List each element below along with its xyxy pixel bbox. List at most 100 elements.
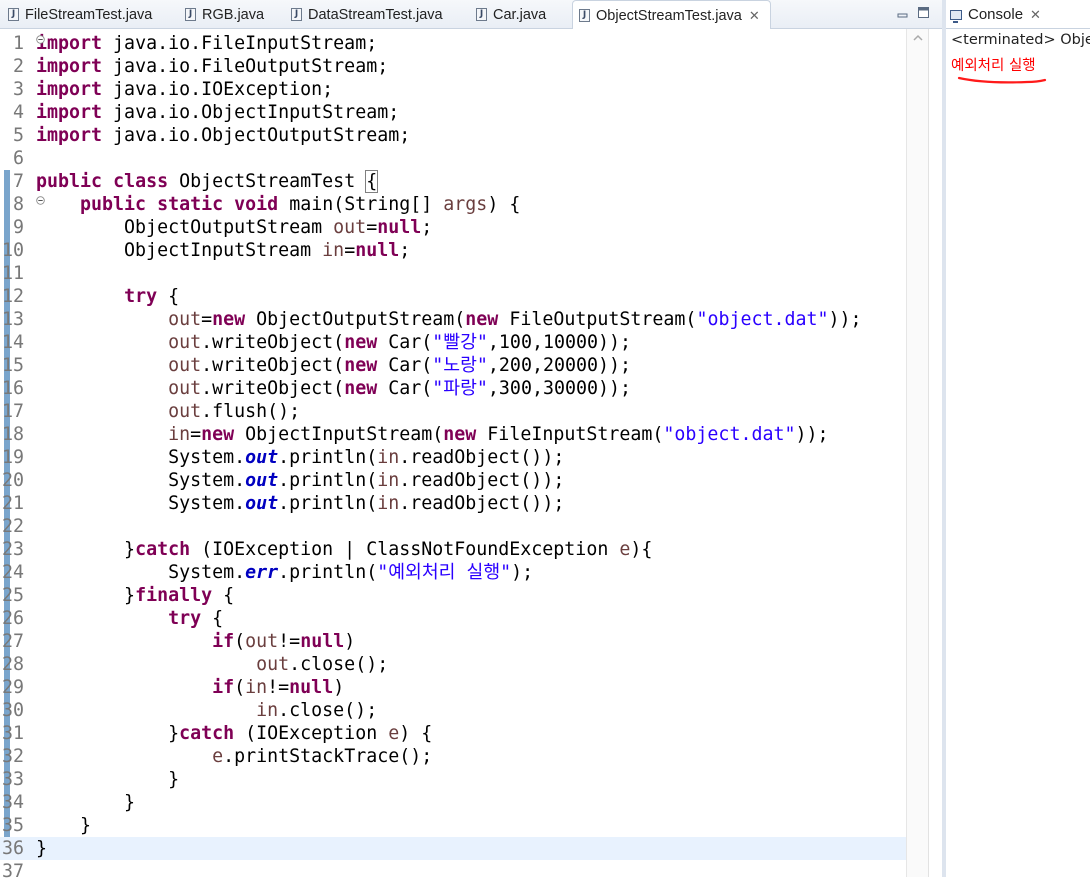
- fold-toggle-icon[interactable]: [36, 35, 45, 44]
- minimize-icon[interactable]: [896, 4, 909, 18]
- code-line[interactable]: 7 public class ObjectStreamTest {: [0, 170, 906, 193]
- tab-datastreamtest[interactable]: J DataStreamTest.java: [291, 0, 443, 29]
- code-line[interactable]: 2 import java.io.FileOutputStream;: [0, 55, 906, 78]
- code-line[interactable]: 4 import java.io.ObjectInputStream;: [0, 101, 906, 124]
- code-line[interactable]: 9 ObjectOutputStream out=null;: [0, 216, 906, 239]
- code-token: static: [157, 194, 224, 215]
- java-file-icon: J: [291, 8, 302, 21]
- code-token: (: [234, 631, 246, 652]
- tab-car[interactable]: J Car.java: [476, 0, 546, 29]
- code-line[interactable]: 6: [0, 147, 906, 170]
- code-line[interactable]: 28 out.close();: [0, 653, 906, 676]
- tab-filestreamtest[interactable]: J FileStreamTest.java: [8, 0, 152, 29]
- code-line[interactable]: 21 System.out.println(in.readObject());: [0, 492, 906, 515]
- line-number: 30: [1, 700, 24, 721]
- code-token: out: [245, 631, 279, 652]
- line-number: 10: [1, 240, 24, 261]
- code-token: class: [113, 171, 169, 192]
- code-token: {: [365, 170, 379, 193]
- vertical-scrollbar[interactable]: [906, 29, 928, 877]
- line-number: 2: [12, 56, 24, 77]
- tab-label: FileStreamTest.java: [25, 6, 153, 23]
- code-token: ;: [399, 240, 411, 261]
- code-token: );: [511, 562, 534, 583]
- code-line[interactable]: 3 import java.io.IOException;: [0, 78, 906, 101]
- line-number: 13: [1, 309, 24, 330]
- code-line[interactable]: 17 out.flush();: [0, 400, 906, 423]
- line-number: 37: [1, 861, 24, 882]
- console-output[interactable]: <terminated> Objec 예외처리 실행: [946, 29, 1090, 877]
- line-number: 19: [1, 447, 24, 468]
- close-console-icon[interactable]: ✕: [1030, 7, 1041, 23]
- line-number: 11: [1, 263, 24, 284]
- code-token: "빨강": [432, 332, 488, 353]
- tab-rgb[interactable]: J RGB.java: [185, 0, 264, 29]
- code-line[interactable]: 37: [0, 860, 906, 883]
- code-line[interactable]: 36}: [0, 837, 906, 860]
- code-line[interactable]: 8 public static void main(String[] args)…: [0, 193, 906, 216]
- code-line[interactable]: 29 if(in!=null): [0, 676, 906, 699]
- code-line[interactable]: 32 e.printStackTrace();: [0, 745, 906, 768]
- code-line[interactable]: 23 }catch (IOException | ClassNotFoundEx…: [0, 538, 906, 561]
- line-number: 28: [1, 654, 24, 675]
- code-token: {: [212, 585, 235, 606]
- code-line[interactable]: 26 try {: [0, 607, 906, 630]
- line-number: 12: [1, 286, 24, 307]
- code-line[interactable]: 20 System.out.println(in.readObject());: [0, 469, 906, 492]
- code-line[interactable]: 16 out.writeObject(new Car("파랑",300,3000…: [0, 377, 906, 400]
- code-token: e: [212, 746, 224, 767]
- code-line[interactable]: 34 }: [0, 791, 906, 814]
- line-number: 22: [1, 516, 24, 537]
- code-editor[interactable]: 1 import java.io.FileInputStream; 2 import …: [0, 29, 928, 882]
- code-token: e: [388, 723, 400, 744]
- code-token: System.: [36, 493, 246, 514]
- tab-console[interactable]: Console ✕: [950, 0, 1041, 29]
- console-tab-bar: Console ✕: [946, 0, 1090, 29]
- maximize-icon[interactable]: [917, 4, 930, 18]
- code-line[interactable]: 31 }catch (IOException e) {: [0, 722, 906, 745]
- code-line[interactable]: 27 if(out!=null): [0, 630, 906, 653]
- close-tab-icon[interactable]: ✕: [749, 8, 760, 24]
- code-line[interactable]: 5 import java.io.ObjectOutputStream;: [0, 124, 906, 147]
- code-token: ObjectInputStream(: [234, 424, 444, 445]
- code-token: (: [234, 677, 246, 698]
- code-token: ObjectStreamTest: [168, 171, 367, 192]
- code-line[interactable]: 19 System.out.println(in.readObject());: [0, 446, 906, 469]
- line-number: 35: [1, 815, 24, 836]
- code-line[interactable]: 35 }: [0, 814, 906, 837]
- code-token: null: [300, 631, 345, 652]
- code-token: .println(: [278, 493, 378, 514]
- code-token: null: [355, 240, 400, 261]
- scroll-up-icon[interactable]: [911, 31, 925, 45]
- code-token: e: [619, 539, 631, 560]
- code-line[interactable]: 10 ObjectInputStream in=null;: [0, 239, 906, 262]
- hand-drawn-underline: [957, 76, 1047, 84]
- code-token: ,300,30000));: [487, 378, 632, 399]
- line-number: 4: [12, 102, 24, 123]
- code-token: !=: [278, 631, 301, 652]
- code-token: void: [234, 194, 279, 215]
- code-line[interactable]: 22: [0, 515, 906, 538]
- code-line[interactable]: 30 in.close();: [0, 699, 906, 722]
- code-token: in: [245, 677, 268, 698]
- code-line[interactable]: 13 out=new ObjectOutputStream(new FileOu…: [0, 308, 906, 331]
- code-line[interactable]: 18 in=new ObjectInputStream(new FileInpu…: [0, 423, 906, 446]
- fold-toggle-icon[interactable]: [36, 196, 45, 205]
- java-file-icon: J: [579, 9, 590, 22]
- code-line[interactable]: 1 import java.io.FileInputStream;: [0, 32, 906, 55]
- code-token: in: [256, 700, 279, 721]
- tab-objectstreamtest[interactable]: J ObjectStreamTest.java ✕: [572, 0, 771, 30]
- code-line[interactable]: 12 try {: [0, 285, 906, 308]
- code-token: .writeObject(: [201, 355, 345, 376]
- code-line[interactable]: 15 out.writeObject(new Car("노랑",200,2000…: [0, 354, 906, 377]
- code-token: (IOException: [234, 723, 389, 744]
- code-line[interactable]: 11: [0, 262, 906, 285]
- code-token: "object.dat": [663, 424, 796, 445]
- code-line[interactable]: 33 }: [0, 768, 906, 791]
- code-line[interactable]: 25 }finally {: [0, 584, 906, 607]
- code-line[interactable]: 14 out.writeObject(new Car("빨강",100,1000…: [0, 331, 906, 354]
- code-line[interactable]: 24 System.err.println("예외처리 실행");: [0, 561, 906, 584]
- java-file-icon: J: [8, 8, 19, 21]
